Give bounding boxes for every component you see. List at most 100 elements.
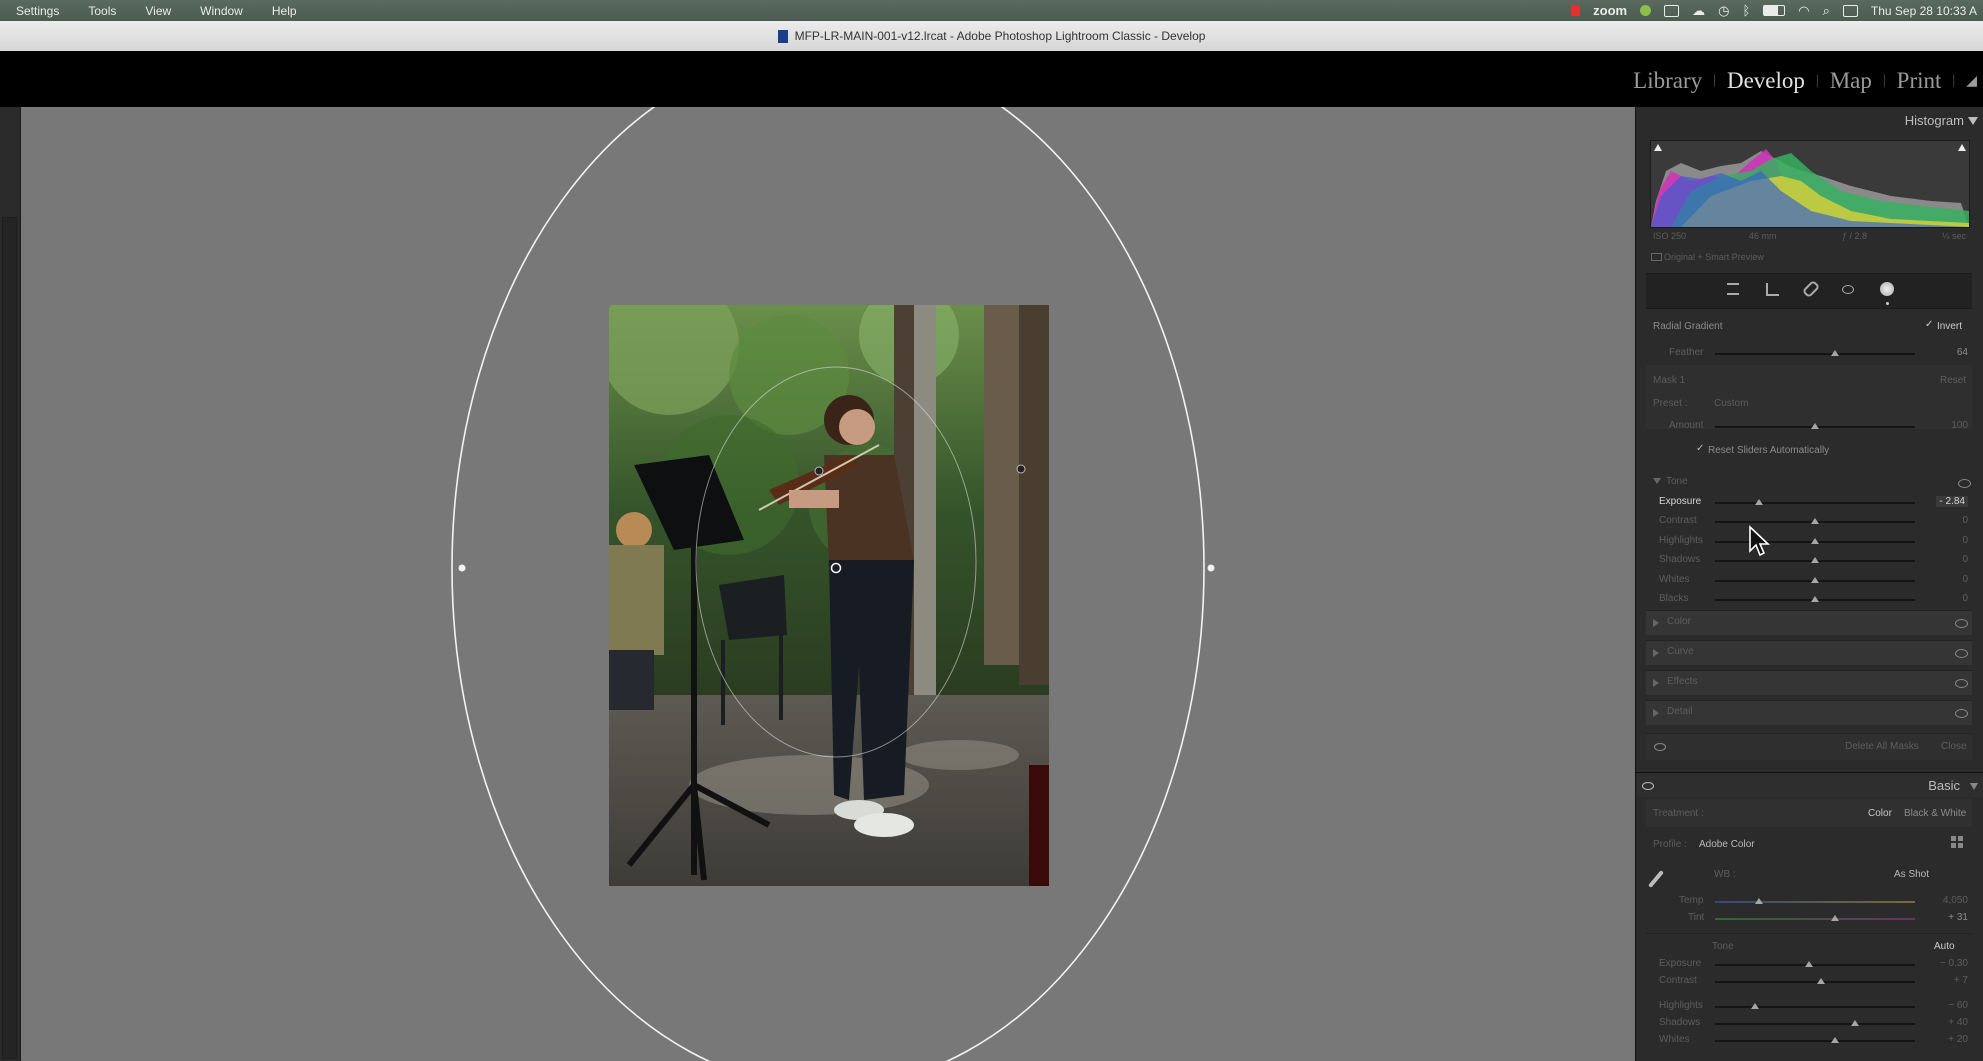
bluetooth-icon[interactable]: ᛒ bbox=[1742, 3, 1750, 18]
radial-gradient-outer-ellipse[interactable] bbox=[451, 107, 1205, 1061]
reset-button[interactable]: Reset bbox=[1940, 375, 1966, 386]
basic-contrast-value[interactable]: + 7 bbox=[1954, 975, 1968, 986]
invert-label[interactable]: Invert bbox=[1937, 321, 1962, 332]
mask-whites-value[interactable]: 0 bbox=[1962, 574, 1968, 585]
recording-icon[interactable] bbox=[1571, 5, 1581, 16]
show-overlay-eye-icon[interactable] bbox=[1654, 743, 1666, 751]
invert-checkbox-icon[interactable]: ✓ bbox=[1925, 319, 1933, 330]
basic-exposure-value[interactable]: − 0.30 bbox=[1940, 958, 1968, 969]
visibility-eye-icon[interactable] bbox=[1955, 679, 1968, 688]
masking-icon[interactable] bbox=[1880, 282, 1894, 296]
highlight-clipping-icon[interactable] bbox=[1958, 144, 1966, 151]
basic-whites-slider[interactable] bbox=[1715, 1040, 1915, 1042]
temp-value[interactable]: 4,050 bbox=[1943, 895, 1968, 906]
creative-cloud-icon[interactable]: ☁ bbox=[1692, 3, 1705, 19]
zoom-app-label[interactable]: zoom bbox=[1593, 3, 1627, 18]
basic-highlights-slider-thumb[interactable] bbox=[1751, 1003, 1759, 1009]
basic-shadows-value[interactable]: + 40 bbox=[1948, 1017, 1968, 1028]
basic-highlights-value[interactable]: − 60 bbox=[1948, 1000, 1968, 1011]
radial-center-pin[interactable] bbox=[830, 562, 842, 574]
amount-value[interactable]: 100 bbox=[1951, 420, 1968, 431]
basic-shadows-slider[interactable] bbox=[1715, 1023, 1915, 1025]
basic-exposure-slider[interactable] bbox=[1715, 964, 1915, 966]
basic-panel-toggle-icon[interactable] bbox=[1642, 782, 1654, 790]
mask-exposure-slider-thumb[interactable] bbox=[1755, 499, 1763, 505]
basic-panel-title[interactable]: Basic bbox=[1928, 778, 1960, 793]
control-center-icon[interactable] bbox=[1842, 4, 1858, 17]
auto-tone-button[interactable]: Auto bbox=[1934, 941, 1955, 952]
menu-tools[interactable]: Tools bbox=[88, 4, 116, 18]
tint-slider-thumb[interactable] bbox=[1831, 915, 1839, 921]
reset-sliders-checkbox-icon[interactable]: ✓ bbox=[1696, 443, 1704, 454]
smart-preview-status[interactable]: Original + Smart Preview bbox=[1664, 252, 1764, 262]
screen-share-icon[interactable] bbox=[1664, 4, 1680, 17]
profile-browser-grid-icon[interactable] bbox=[1951, 836, 1963, 848]
feather-slider-thumb[interactable] bbox=[1831, 350, 1839, 356]
radial-handle-inner-left[interactable] bbox=[814, 466, 824, 476]
wb-eyedropper-icon[interactable] bbox=[1648, 870, 1664, 888]
amount-slider-thumb[interactable] bbox=[1811, 423, 1819, 429]
mask-exposure-slider[interactable] bbox=[1715, 502, 1915, 504]
mask-section-effects[interactable]: Effects bbox=[1646, 670, 1972, 695]
histogram-title[interactable]: Histogram bbox=[1905, 113, 1964, 128]
mask-exposure-value[interactable]: - 2.84 bbox=[1936, 496, 1968, 507]
tint-value[interactable]: + 31 bbox=[1948, 912, 1968, 923]
module-library[interactable]: Library bbox=[1633, 68, 1702, 94]
radial-handle-left[interactable] bbox=[458, 564, 466, 572]
tint-slider[interactable] bbox=[1715, 918, 1915, 920]
mask-contrast-slider-thumb[interactable] bbox=[1811, 518, 1819, 525]
mask-highlights-slider-thumb[interactable] bbox=[1811, 537, 1819, 544]
feather-slider[interactable] bbox=[1715, 353, 1915, 355]
visibility-eye-icon[interactable] bbox=[1955, 709, 1968, 718]
menu-view[interactable]: View bbox=[145, 4, 171, 18]
basic-highlights-slider[interactable] bbox=[1715, 1006, 1915, 1008]
temp-slider[interactable] bbox=[1715, 901, 1915, 903]
basic-exposure-slider-thumb[interactable] bbox=[1805, 961, 1813, 967]
treatment-bw-option[interactable]: Black & White bbox=[1904, 808, 1966, 819]
mask-section-color[interactable]: Color bbox=[1646, 610, 1972, 635]
delete-all-masks-button[interactable]: Delete All Masks bbox=[1845, 741, 1919, 752]
basic-shadows-slider-thumb[interactable] bbox=[1851, 1020, 1859, 1026]
radial-handle-inner-right[interactable] bbox=[1016, 464, 1026, 474]
image-canvas[interactable] bbox=[21, 107, 1635, 1061]
mask-shadows-slider-thumb[interactable] bbox=[1811, 557, 1819, 564]
time-machine-icon[interactable]: ◷ bbox=[1718, 3, 1729, 19]
more-modules-icon[interactable]: ◢ bbox=[1966, 73, 1977, 90]
crop-icon[interactable] bbox=[1766, 283, 1779, 296]
menu-window[interactable]: Window bbox=[200, 4, 243, 18]
mask-contrast-value[interactable]: 0 bbox=[1962, 515, 1968, 526]
status-dot-icon[interactable] bbox=[1640, 5, 1652, 16]
wb-dropdown[interactable]: As Shot bbox=[1894, 869, 1929, 880]
basic-contrast-slider-thumb[interactable] bbox=[1817, 978, 1825, 984]
menu-help[interactable]: Help bbox=[272, 4, 297, 18]
profile-dropdown[interactable]: Adobe Color bbox=[1699, 839, 1755, 850]
wifi-icon[interactable]: ◠ bbox=[1798, 3, 1809, 19]
expand-triangle-icon[interactable] bbox=[1653, 679, 1659, 687]
left-panel-collapsed[interactable] bbox=[0, 107, 21, 1061]
visibility-eye-icon[interactable] bbox=[1955, 649, 1968, 658]
radial-gradient-overlay[interactable] bbox=[21, 107, 1635, 1061]
battery-icon[interactable] bbox=[1763, 5, 1786, 16]
left-panel-scrollbar[interactable] bbox=[2, 217, 17, 1059]
treatment-color-option[interactable]: Color bbox=[1868, 808, 1892, 819]
basic-contrast-slider[interactable] bbox=[1715, 981, 1915, 983]
spotlight-search-icon[interactable]: ⌕ bbox=[1823, 3, 1830, 19]
mask-section-detail[interactable]: Detail bbox=[1646, 700, 1972, 725]
radial-gradient-inner-ellipse[interactable] bbox=[695, 366, 977, 758]
module-map[interactable]: Map bbox=[1830, 68, 1872, 94]
preset-dropdown[interactable]: Custom bbox=[1714, 398, 1748, 409]
tone-visibility-icon[interactable] bbox=[1958, 479, 1971, 488]
mask-highlights-value[interactable]: 0 bbox=[1962, 535, 1968, 546]
collapse-triangle-icon[interactable] bbox=[1968, 117, 1978, 125]
mask-whites-slider-thumb[interactable] bbox=[1811, 576, 1819, 583]
close-masks-button[interactable]: Close bbox=[1941, 741, 1967, 752]
mask-blacks-slider-thumb[interactable] bbox=[1811, 596, 1819, 602]
mask-shadows-value[interactable]: 0 bbox=[1962, 554, 1968, 565]
histogram-graph[interactable] bbox=[1650, 140, 1970, 228]
tone-collapse-icon[interactable] bbox=[1653, 478, 1661, 484]
sliders-icon[interactable] bbox=[1727, 283, 1739, 295]
expand-triangle-icon[interactable] bbox=[1653, 709, 1659, 717]
tone-section-label[interactable]: Tone bbox=[1666, 476, 1688, 487]
expand-triangle-icon[interactable] bbox=[1653, 649, 1659, 657]
basic-collapse-triangle-icon[interactable] bbox=[1970, 783, 1978, 790]
